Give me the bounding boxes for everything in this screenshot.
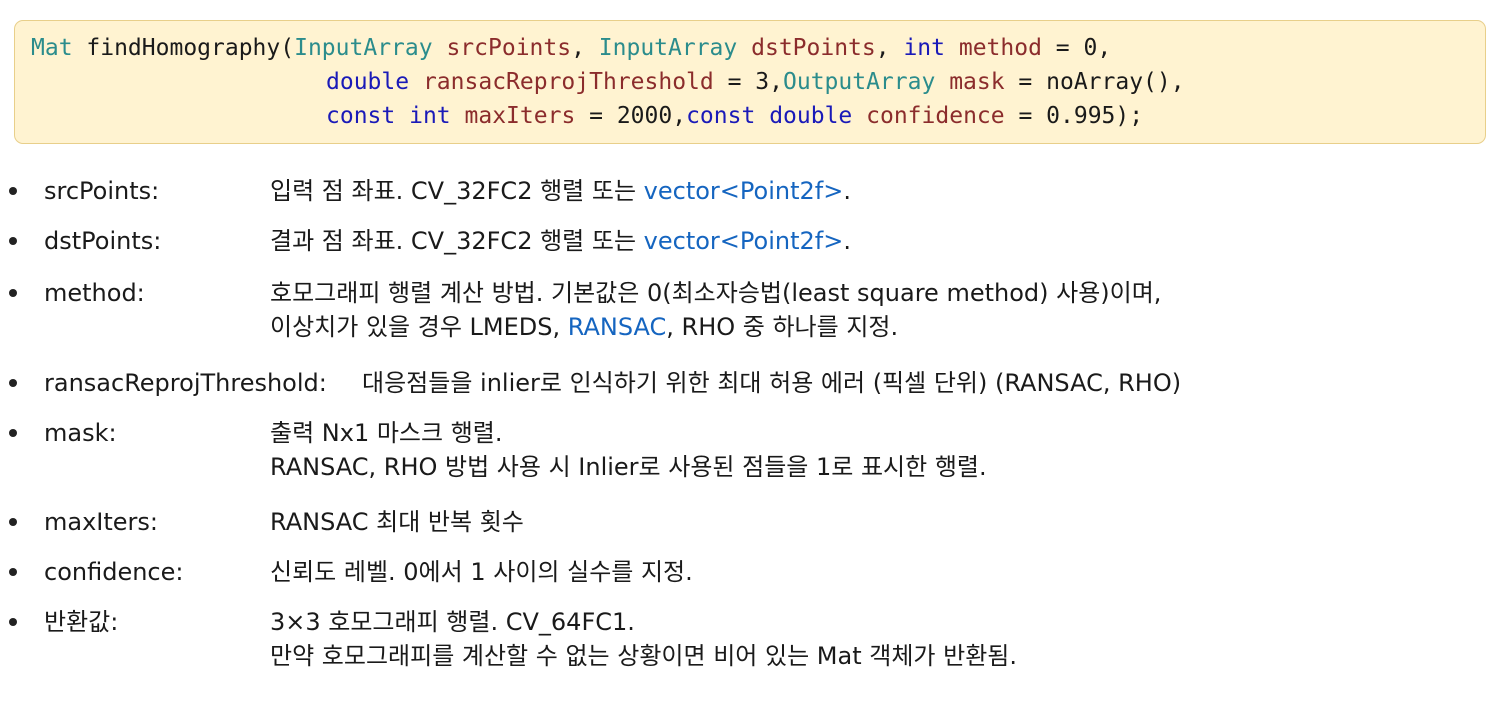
description-line: 3×3 호모그래피 행렬. CV_64FC1.	[270, 605, 1017, 639]
code-token: = noArray(),	[1004, 69, 1185, 95]
bullet-icon	[9, 618, 17, 626]
description-text: 이상치가 있을 경우 LMEDS,	[270, 313, 568, 341]
description-line: RANSAC, RHO 방법 사용 시 Inlier로 사용된 점들을 1로 표…	[270, 450, 987, 484]
bullet-icon	[9, 289, 17, 297]
signature-line-2: double ransacReprojThreshold = 3,OutputA…	[326, 68, 1185, 96]
bullet-icon	[9, 568, 17, 576]
code-token: = 3,	[713, 69, 783, 95]
param-name: mask:	[44, 419, 117, 447]
code-token: const	[686, 103, 756, 129]
description-text: .	[843, 227, 851, 255]
signature-line-3: const int maxIters = 2000,const double c…	[326, 102, 1143, 130]
type-link[interactable]: RANSAC	[568, 313, 667, 341]
description-line: 호모그래피 행렬 계산 방법. 기본값은 0(최소자승법(least squar…	[270, 276, 1161, 310]
description-text: RANSAC 최대 반복 횟수	[270, 508, 524, 536]
bullet-icon	[9, 379, 17, 387]
code-token: const	[326, 103, 396, 129]
description-text: RANSAC, RHO 방법 사용 시 Inlier로 사용된 점들을 1로 표…	[270, 453, 987, 481]
description-text: 입력 점 좌표. CV_32FC2 행렬 또는	[270, 177, 644, 205]
code-token: maxIters	[464, 103, 576, 129]
bullet-icon	[9, 237, 17, 245]
param-description: 출력 Nx1 마스크 행렬. RANSAC, RHO 방법 사용 시 Inlier…	[270, 416, 987, 484]
param-name: maxIters:	[44, 508, 158, 536]
param-description: 대응점들을 inlier로 인식하기 위한 최대 허용 에러 (픽셀 단위) (…	[362, 366, 1181, 400]
code-token: dstPoints	[751, 35, 876, 61]
description-line: 신뢰도 레벨. 0에서 1 사이의 실수를 지정.	[270, 555, 693, 589]
code-token: ,	[875, 35, 904, 61]
bullet-icon	[9, 518, 17, 526]
code-token: srcPoints	[446, 35, 572, 61]
description-text: 신뢰도 레벨. 0에서 1 사이의 실수를 지정.	[270, 558, 693, 586]
code-token: InputArray	[294, 35, 433, 61]
code-token: InputArray	[598, 35, 738, 61]
param-description: RANSAC 최대 반복 횟수	[270, 505, 524, 539]
code-token: OutputArray	[783, 69, 936, 95]
description-text: 대응점들을 inlier로 인식하기 위한 최대 허용 에러 (픽셀 단위) (…	[362, 369, 1182, 397]
code-token: ransacReprojThreshold	[422, 69, 714, 95]
code-token: double	[326, 69, 410, 95]
param-name: 반환값:	[44, 608, 119, 636]
param-description: 결과 점 좌표. CV_32FC2 행렬 또는 vector<Point2f>.	[270, 224, 851, 258]
description-text: 호모그래피 행렬 계산 방법. 기본값은 0(최소자승법(least squar…	[270, 279, 1162, 307]
code-token: = 0.995);	[1004, 103, 1144, 129]
description-line: 대응점들을 inlier로 인식하기 위한 최대 허용 에러 (픽셀 단위) (…	[362, 366, 1181, 400]
code-token: method	[958, 35, 1042, 61]
param-name: srcPoints:	[44, 177, 160, 205]
code-token: int	[903, 35, 945, 61]
description-text: 결과 점 좌표. CV_32FC2 행렬 또는	[270, 227, 644, 255]
description-text: , RHO 중 하나를 지정.	[666, 313, 899, 341]
param-name: method:	[44, 279, 145, 307]
description-line: 입력 점 좌표. CV_32FC2 행렬 또는 vector<Point2f>.	[270, 174, 851, 208]
code-token: mask	[949, 69, 1005, 95]
description-line: RANSAC 최대 반복 횟수	[270, 505, 524, 539]
description-line: 결과 점 좌표. CV_32FC2 행렬 또는 vector<Point2f>.	[270, 224, 851, 258]
code-token: findHomography(	[72, 35, 295, 61]
code-token: ,	[571, 35, 599, 61]
description-line: 만약 호모그래피를 계산할 수 없는 상황이면 비어 있는 Mat 객체가 반환…	[270, 639, 1017, 673]
description-line: 이상치가 있을 경우 LMEDS, RANSAC, RHO 중 하나를 지정.	[270, 310, 1161, 344]
signature-line-1: Mat findHomography(InputArray srcPoints,…	[31, 34, 1111, 62]
description-line: 출력 Nx1 마스크 행렬.	[270, 416, 987, 450]
description-text: 만약 호모그래피를 계산할 수 없는 상황이면 비어 있는 Mat 객체가 반환…	[270, 642, 1017, 670]
param-name: dstPoints:	[44, 227, 162, 255]
description-text: 3×3 호모그래피 행렬. CV_64FC1.	[270, 608, 635, 636]
code-token: = 2000,	[575, 103, 687, 129]
type-link[interactable]: vector<Point2f>	[644, 227, 844, 255]
code-token: confidence	[866, 103, 1005, 129]
code-token: Mat	[31, 35, 73, 61]
param-description: 3×3 호모그래피 행렬. CV_64FC1. 만약 호모그래피를 계산할 수 없…	[270, 605, 1017, 673]
type-link[interactable]: vector<Point2f>	[644, 177, 844, 205]
code-token: = 0,	[1041, 35, 1112, 61]
code-token: int	[409, 103, 451, 129]
param-name: confidence:	[44, 558, 184, 586]
function-signature-box: Mat findHomography(InputArray srcPoints,…	[14, 20, 1486, 144]
description-text: .	[843, 177, 851, 205]
param-description: 신뢰도 레벨. 0에서 1 사이의 실수를 지정.	[270, 555, 693, 589]
description-text: 출력 Nx1 마스크 행렬.	[270, 419, 503, 447]
param-name: ransacReprojThreshold:	[44, 369, 327, 397]
param-description: 입력 점 좌표. CV_32FC2 행렬 또는 vector<Point2f>.	[270, 174, 851, 208]
bullet-icon	[9, 429, 17, 437]
param-description: 호모그래피 행렬 계산 방법. 기본값은 0(최소자승법(least squar…	[270, 276, 1161, 344]
bullet-icon	[9, 187, 17, 195]
code-token: double	[769, 103, 853, 129]
